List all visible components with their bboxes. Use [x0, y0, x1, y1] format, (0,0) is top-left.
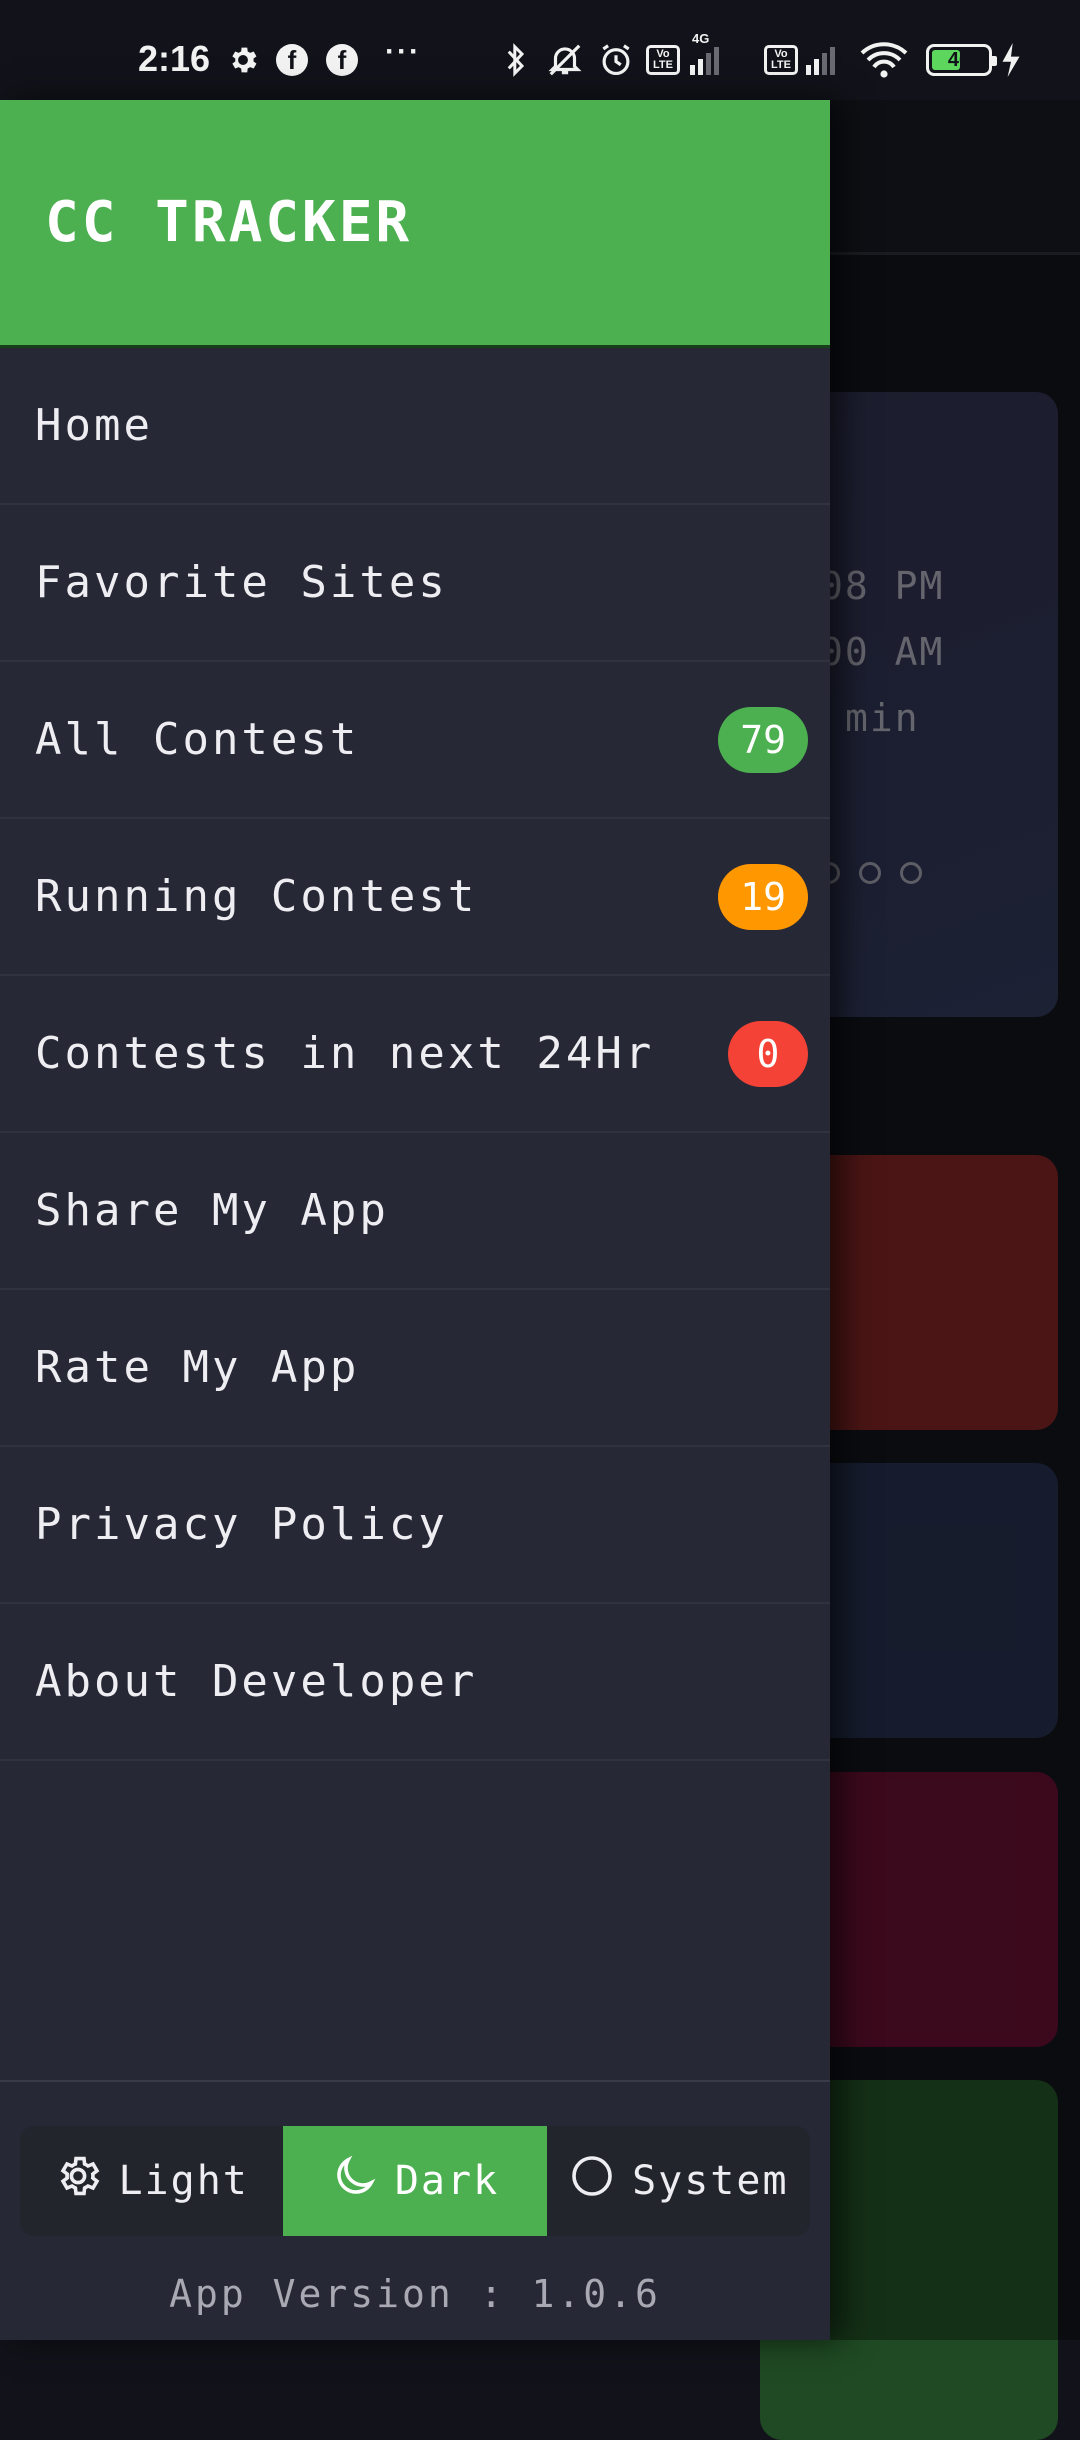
volte-icon: Vo LTE: [764, 42, 798, 78]
menu-item-home[interactable]: Home: [0, 348, 830, 505]
circle-icon: [568, 2152, 616, 2210]
theme-option-label: System: [632, 2158, 789, 2204]
menu-item-label: Running Contest: [35, 871, 478, 922]
gear-icon: [54, 2152, 102, 2210]
menu-item-label: About Developer: [35, 1656, 478, 1707]
status-bar: 2:16 f f ··· Vo LTE 4G Vo LTE 46: [0, 0, 1080, 100]
menu-item-label: Share My App: [35, 1185, 389, 1236]
alarm-icon: [597, 42, 635, 78]
charging-icon: [1000, 42, 1022, 78]
menu-item-contests-next-24hr[interactable]: Contests in next 24Hr 0: [0, 976, 830, 1133]
drawer-footer: Light Dark System App Version : 1.0.6: [0, 2080, 830, 2340]
signal-icon: [806, 42, 835, 78]
mute-icon: [546, 42, 584, 78]
drawer-header: CC TRACKER: [0, 100, 830, 348]
theme-option-dark[interactable]: Dark: [283, 2126, 547, 2236]
menu-item-label: Favorite Sites: [35, 557, 448, 608]
menu-item-privacy-policy[interactable]: Privacy Policy: [0, 1447, 830, 1604]
battery-icon: 46: [926, 42, 997, 78]
drawer-menu: Home Favorite Sites All Contest 79 Runni…: [0, 348, 830, 1761]
theme-option-light[interactable]: Light: [20, 2126, 283, 2236]
count-badge: 0: [728, 1020, 808, 1087]
status-time: 2:16: [138, 38, 211, 79]
theme-option-label: Light: [118, 2158, 249, 2204]
menu-item-label: Contests in next 24Hr: [35, 1028, 655, 1079]
menu-item-label: Home: [35, 400, 153, 451]
drawer-scrim[interactable]: [830, 100, 1080, 2340]
more-notifications-icon: ···: [385, 35, 421, 68]
count-badge: 79: [718, 706, 808, 773]
facebook-icon: f: [276, 42, 308, 78]
theme-toggle: Light Dark System: [20, 2126, 810, 2236]
menu-item-rate-app[interactable]: Rate My App: [0, 1290, 830, 1447]
bluetooth-icon: [503, 42, 529, 78]
menu-item-about-developer[interactable]: About Developer: [0, 1604, 830, 1761]
menu-item-share-app[interactable]: Share My App: [0, 1133, 830, 1290]
menu-item-label: Privacy Policy: [35, 1499, 448, 1550]
count-badge: 19: [718, 863, 808, 930]
menu-item-label: All Contest: [35, 714, 360, 765]
menu-item-all-contest[interactable]: All Contest 79: [0, 662, 830, 819]
signal-icon: 4G: [690, 31, 719, 78]
app-title: CC TRACKER: [45, 190, 413, 255]
theme-option-system[interactable]: System: [547, 2126, 810, 2236]
wifi-icon: [860, 42, 908, 78]
theme-option-label: Dark: [394, 2158, 500, 2204]
menu-item-label: Rate My App: [35, 1342, 360, 1393]
volte-icon: Vo LTE: [646, 42, 680, 78]
settings-icon: [226, 42, 260, 78]
app-version: App Version : 1.0.6: [169, 2272, 661, 2316]
facebook-icon: f: [326, 42, 358, 78]
moon-icon: [331, 2152, 379, 2210]
menu-item-running-contest[interactable]: Running Contest 19: [0, 819, 830, 976]
navigation-drawer: CC TRACKER Home Favorite Sites All Conte…: [0, 100, 830, 2340]
menu-item-favorite-sites[interactable]: Favorite Sites: [0, 505, 830, 662]
